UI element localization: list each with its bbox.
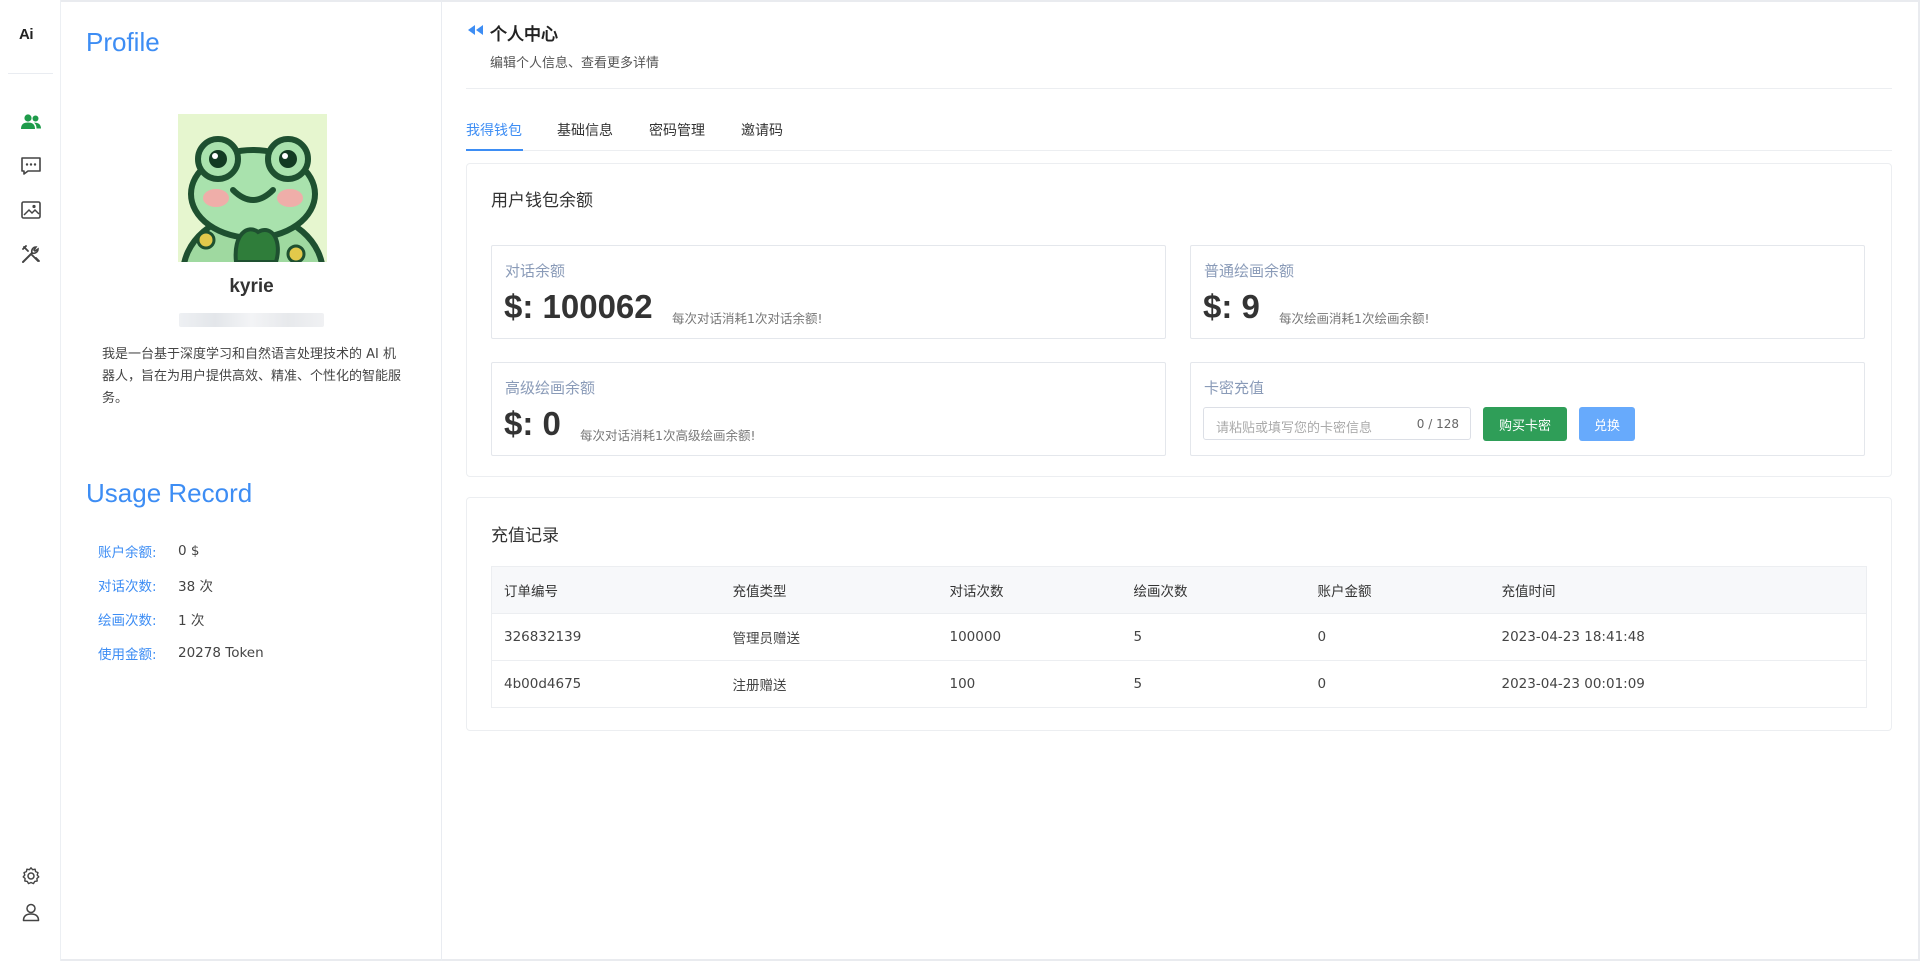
adv-draw-balance-label: 高级绘画余额	[505, 379, 596, 397]
records-card: 充值记录 订单编号 充值类型 对话次数 绘画次数 账户金额 充值时间 32683…	[466, 497, 1892, 731]
redacted-email	[179, 313, 324, 327]
table-cell: 326832139	[491, 613, 721, 661]
profile-heading: Profile	[86, 27, 160, 57]
tab-wallet[interactable]: 我得钱包	[466, 120, 522, 140]
draw-balance-label: 普通绘画余额	[1204, 262, 1295, 280]
image-gallery-icon[interactable]	[19, 198, 43, 222]
usage-label: 对话次数:	[98, 579, 157, 595]
adv-draw-balance-hint: 每次对话消耗1次高级绘画余额!	[580, 428, 756, 443]
rail-divider	[8, 73, 53, 74]
header-divider	[466, 88, 1892, 89]
usage-row-spend: 使用金额: 20278 Token	[98, 643, 264, 663]
card-key-placeholder: 请粘贴或填写您的卡密信息	[1216, 421, 1373, 436]
table-cell: 5	[1121, 613, 1306, 661]
bio-text: 我是一台基于深度学习和自然语言处理技术的 AI 机器人，旨在为用户提供高效、精准…	[102, 347, 402, 406]
page-title: 个人中心	[490, 25, 558, 45]
usage-value: 0 $	[178, 543, 200, 559]
table-cell: 5	[1121, 660, 1306, 708]
table-cell: 注册赠送	[720, 660, 938, 708]
chat-balance-box: 对话余额 $: 100062 每次对话消耗1次对话余额!	[491, 245, 1166, 339]
tab-basic-info[interactable]: 基础信息	[557, 120, 613, 140]
column-header: 账户金额	[1305, 566, 1490, 614]
records-title: 充值记录	[491, 526, 559, 546]
table-cell: 2023-04-23 00:01:09	[1489, 660, 1867, 708]
user-icon[interactable]	[19, 900, 43, 924]
tools-icon[interactable]	[19, 242, 43, 266]
column-header: 对话次数	[937, 566, 1122, 614]
table-cell: 100000	[937, 613, 1122, 661]
active-tab-indicator	[466, 149, 523, 151]
usage-row-chats: 对话次数: 38 次	[98, 575, 213, 595]
page-subtitle: 编辑个人信息、查看更多详情	[490, 56, 660, 71]
settings-icon[interactable]	[19, 864, 43, 888]
profile-panel: Profile kyrie 我是一台基于深度学习和自然语言处理技术的 AI 机器…	[61, 0, 442, 961]
table-row: 326832139 管理员赠送 100000 5 0 2023-04-23 18…	[491, 613, 1867, 661]
chat-balance-hint: 每次对话消耗1次对话余额!	[672, 311, 823, 326]
table-cell: 100	[937, 660, 1122, 708]
tab-password[interactable]: 密码管理	[649, 120, 705, 140]
users-icon[interactable]	[19, 110, 43, 134]
adv-draw-balance-value: $: 0	[504, 405, 561, 442]
adv-draw-balance-box: 高级绘画余额 $: 0 每次对话消耗1次高级绘画余额!	[491, 362, 1166, 456]
char-counter: 0 / 128	[1416, 417, 1459, 431]
usage-value: 1 次	[178, 613, 205, 629]
app-logo[interactable]: Ai	[19, 26, 43, 43]
chat-icon[interactable]	[19, 154, 43, 178]
draw-balance-value: $: 9	[1203, 288, 1260, 325]
table-cell: 0	[1305, 660, 1490, 708]
chat-balance-label: 对话余额	[505, 262, 566, 280]
main-content: 个人中心 编辑个人信息、查看更多详情 我得钱包 基础信息 密码管理 邀请码 用户…	[443, 0, 1920, 961]
usage-value: 20278 Token	[178, 645, 264, 661]
recharge-box: 卡密充值 请粘贴或填写您的卡密信息 0 / 128 购买卡密 兑换	[1190, 362, 1865, 456]
back-arrow-icon[interactable]	[467, 24, 484, 36]
table-cell: 2023-04-23 18:41:48	[1489, 613, 1867, 661]
redeem-button[interactable]: 兑换	[1579, 407, 1635, 441]
column-header: 充值时间	[1489, 566, 1867, 614]
column-header: 充值类型	[720, 566, 938, 614]
avatar	[178, 114, 327, 337]
chat-balance-value: $: 100062	[504, 288, 653, 325]
tab-bar: 我得钱包 基础信息 密码管理 邀请码	[466, 110, 1892, 151]
wallet-card: 用户钱包余额 对话余额 $: 100062 每次对话消耗1次对话余额! 普通绘画…	[466, 163, 1892, 477]
column-header: 订单编号	[491, 566, 721, 614]
card-key-input[interactable]: 请粘贴或填写您的卡密信息 0 / 128	[1203, 407, 1471, 440]
icon-rail: Ai	[0, 0, 61, 961]
table-cell: 0	[1305, 613, 1490, 661]
tab-invite-code[interactable]: 邀请码	[741, 120, 783, 140]
table-header-row: 订单编号 充值类型 对话次数 绘画次数 账户金额 充值时间	[491, 566, 1867, 614]
usage-label: 绘画次数:	[98, 613, 157, 629]
draw-balance-hint: 每次绘画消耗1次绘画余额!	[1279, 311, 1430, 326]
username: kyrie	[229, 276, 274, 297]
usage-heading: Usage Record	[86, 478, 253, 508]
draw-balance-box: 普通绘画余额 $: 9 每次绘画消耗1次绘画余额!	[1190, 245, 1865, 339]
usage-row-balance: 账户余额: 0 $	[98, 541, 199, 561]
records-table: 订单编号 充值类型 对话次数 绘画次数 账户金额 充值时间 326832139 …	[491, 566, 1867, 708]
usage-value: 38 次	[178, 579, 213, 595]
recharge-label: 卡密充值	[1204, 379, 1265, 397]
buy-card-key-button[interactable]: 购买卡密	[1483, 407, 1567, 441]
usage-label: 使用金额:	[98, 647, 157, 663]
usage-row-drawings: 绘画次数: 1 次	[98, 609, 204, 629]
usage-label: 账户余额:	[98, 545, 157, 561]
column-header: 绘画次数	[1121, 566, 1306, 614]
table-cell: 管理员赠送	[720, 613, 938, 661]
wallet-title: 用户钱包余额	[491, 191, 593, 211]
table-row: 4b00d4675 注册赠送 100 5 0 2023-04-23 00:01:…	[491, 660, 1867, 708]
table-cell: 4b00d4675	[491, 660, 721, 708]
